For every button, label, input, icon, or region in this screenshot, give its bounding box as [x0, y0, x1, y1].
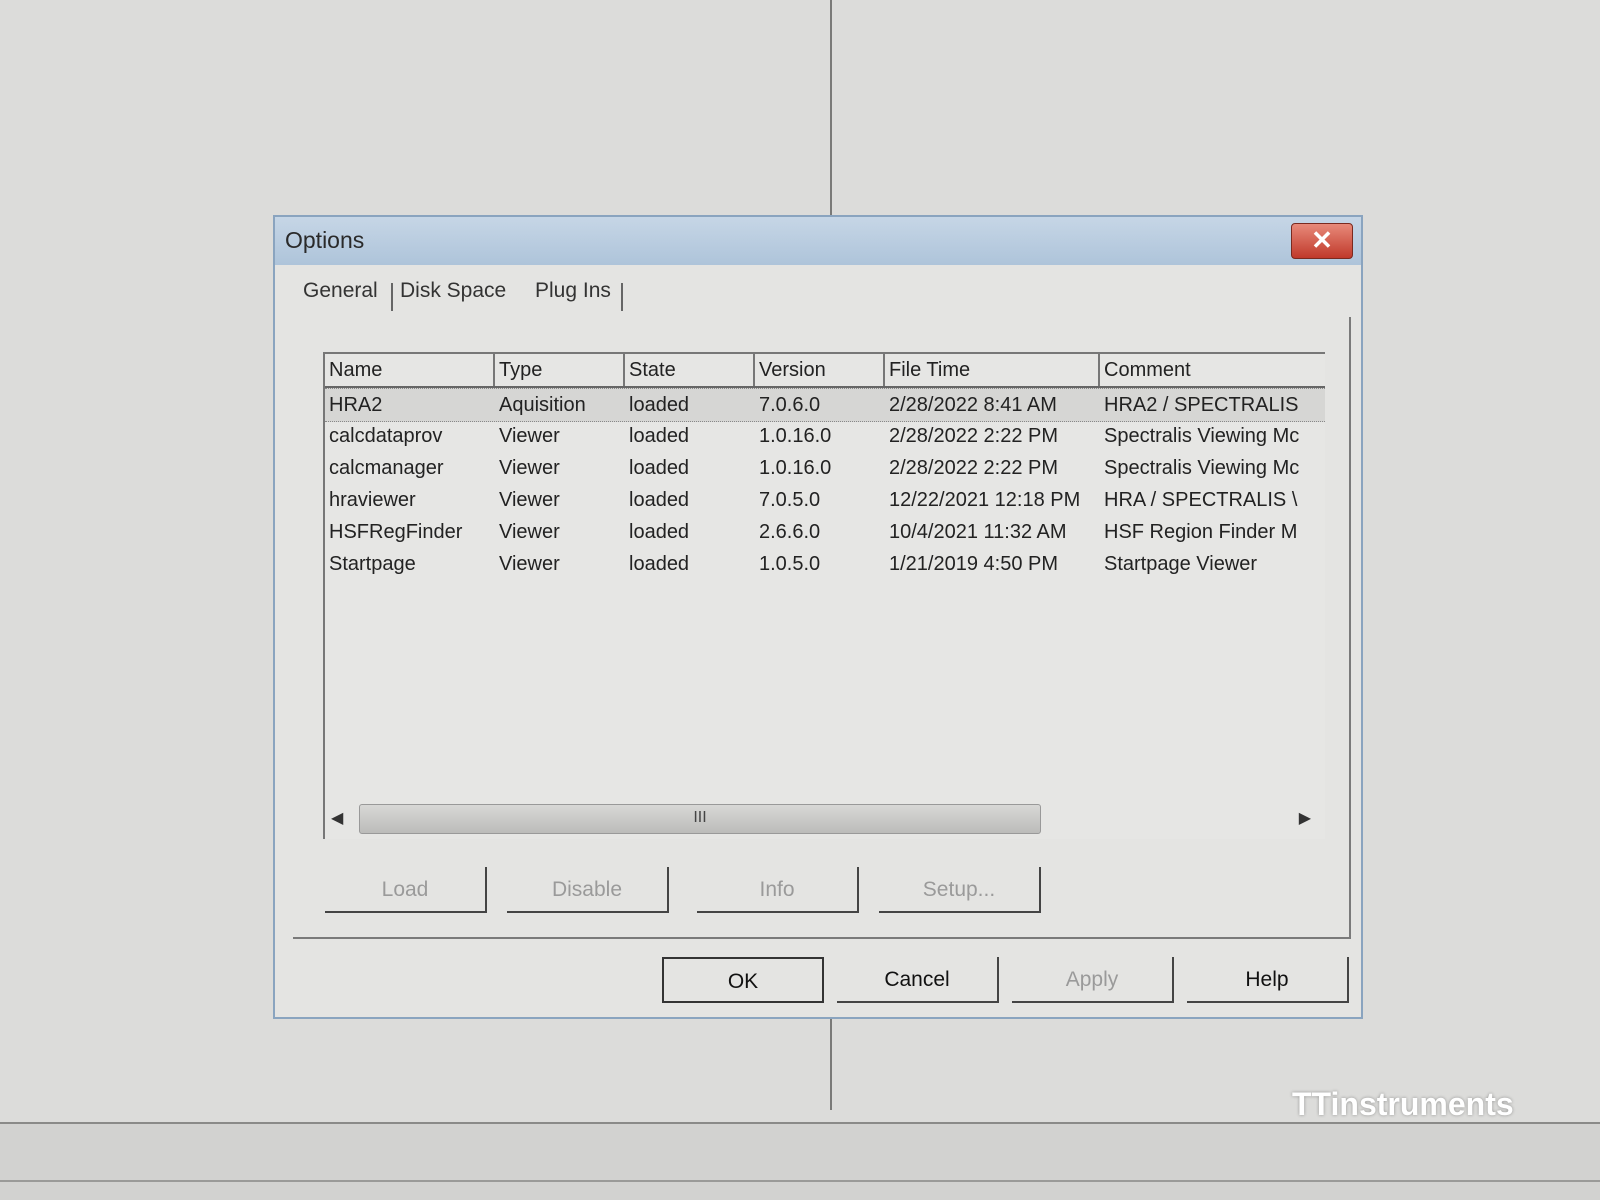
column-header-version[interactable]: Version	[755, 354, 885, 386]
dialog-titlebar[interactable]: Options ✕	[275, 217, 1361, 265]
table-row[interactable]: calcmanager Viewer loaded 1.0.16.0 2/28/…	[325, 452, 1325, 484]
disable-button[interactable]: Disable	[507, 867, 669, 913]
table-row[interactable]: hraviewer Viewer loaded 7.0.5.0 12/22/20…	[325, 484, 1325, 516]
cell-version: 1.0.16.0	[759, 457, 832, 479]
cell-state: loaded	[629, 457, 690, 479]
plugins-list[interactable]: Name Type State Version File Time Commen…	[323, 352, 1325, 839]
cell-comment: Startpage Viewer	[1104, 553, 1258, 575]
table-row[interactable]: HSFRegFinder Viewer loaded 2.6.6.0 10/4/…	[325, 516, 1325, 548]
cell-version: 1.0.16.0	[759, 425, 832, 447]
cell-name: calcmanager	[329, 457, 444, 479]
help-button[interactable]: Help	[1187, 957, 1349, 1003]
column-header-type[interactable]: Type	[495, 354, 625, 386]
options-dialog: Options ✕ General Disk Space Plug Ins Na…	[273, 215, 1363, 1019]
setup-button[interactable]: Setup...	[879, 867, 1041, 913]
cell-state: loaded	[629, 489, 690, 511]
cancel-button[interactable]: Cancel	[837, 957, 999, 1003]
scroll-grip-icon: III	[693, 809, 707, 826]
cell-file-time: 10/4/2021 11:32 AM	[889, 521, 1067, 543]
dialog-title: Options	[285, 227, 365, 253]
cell-name: Startpage	[329, 553, 416, 575]
scroll-thumb[interactable]: III	[359, 804, 1041, 834]
cell-type: Viewer	[499, 489, 560, 511]
tab-separator	[391, 283, 393, 311]
scroll-right-arrow-icon[interactable]: ▶	[1299, 808, 1311, 828]
cell-comment: HRA2 / SPECTRALIS	[1104, 394, 1299, 416]
cell-version: 2.6.6.0	[759, 521, 821, 543]
column-header-file-time[interactable]: File Time	[885, 354, 1100, 386]
desktop-bottom-line	[0, 1180, 1600, 1182]
cell-version: 1.0.5.0	[759, 553, 821, 575]
load-button[interactable]: Load	[325, 867, 487, 913]
close-button[interactable]: ✕	[1291, 223, 1353, 259]
cell-name: HRA2	[329, 394, 383, 416]
tab-disk-space[interactable]: Disk Space	[400, 279, 506, 303]
cell-state: loaded	[629, 553, 690, 575]
cell-type: Viewer	[499, 425, 560, 447]
tab-plug-ins[interactable]: Plug Ins	[535, 279, 611, 303]
watermark-text: TTinstruments	[1292, 1086, 1514, 1122]
cell-comment: Spectralis Viewing Mc	[1104, 457, 1300, 479]
cell-comment: HSF Region Finder M	[1104, 521, 1298, 543]
cell-state: loaded	[629, 394, 690, 416]
cell-comment: Spectralis Viewing Mc	[1104, 425, 1300, 447]
cell-file-time: 1/21/2019 4:50 PM	[889, 553, 1059, 575]
cell-name: calcdataprov	[329, 425, 443, 447]
cell-file-time: 2/28/2022 2:22 PM	[889, 425, 1059, 447]
cell-name: HSFRegFinder	[329, 521, 463, 543]
table-row[interactable]: Startpage Viewer loaded 1.0.5.0 1/21/201…	[325, 548, 1325, 580]
tab-panel-border-bottom	[293, 937, 1351, 939]
table-row[interactable]: calcdataprov Viewer loaded 1.0.16.0 2/28…	[325, 420, 1325, 452]
cell-state: loaded	[629, 425, 690, 447]
cell-file-time: 2/28/2022 8:41 AM	[889, 394, 1057, 416]
cell-version: 7.0.6.0	[759, 394, 821, 416]
cell-comment: HRA / SPECTRALIS \	[1104, 489, 1298, 511]
cell-version: 7.0.5.0	[759, 489, 821, 511]
tab-general[interactable]: General	[303, 279, 378, 303]
desktop-bottom-area	[0, 1124, 1600, 1200]
info-button[interactable]: Info	[697, 867, 859, 913]
horizontal-scrollbar[interactable]: ◀ III ▶	[323, 802, 1323, 836]
scroll-left-arrow-icon[interactable]: ◀	[331, 808, 343, 828]
table-row[interactable]: HRA2 Aquisition loaded 7.0.6.0 2/28/2022…	[325, 388, 1325, 422]
close-icon: ✕	[1311, 225, 1333, 255]
apply-button[interactable]: Apply	[1012, 957, 1174, 1003]
list-header: Name Type State Version File Time Commen…	[325, 354, 1325, 388]
tab-panel-border-right	[1349, 317, 1351, 939]
cell-file-time: 2/28/2022 2:22 PM	[889, 457, 1059, 479]
column-header-name[interactable]: Name	[325, 354, 495, 386]
cell-type: Viewer	[499, 457, 560, 479]
tab-separator	[621, 283, 623, 311]
cell-file-time: 12/22/2021 12:18 PM	[889, 489, 1081, 511]
cell-state: loaded	[629, 521, 690, 543]
ok-button[interactable]: OK	[662, 957, 824, 1003]
cell-type: Viewer	[499, 521, 560, 543]
column-header-state[interactable]: State	[625, 354, 755, 386]
column-header-comment[interactable]: Comment	[1100, 354, 1325, 386]
cell-name: hraviewer	[329, 489, 416, 511]
cell-type: Viewer	[499, 553, 560, 575]
cell-type: Aquisition	[499, 394, 586, 416]
